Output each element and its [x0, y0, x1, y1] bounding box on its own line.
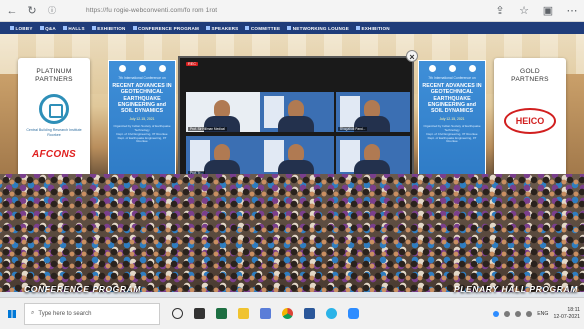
- video-tile[interactable]: Bhagabati Pand...: [336, 92, 410, 132]
- video-tile[interactable]: [336, 136, 410, 176]
- screen: ← ↻ ⓘ https://fu rogie-webconventi.com/f…: [0, 0, 584, 329]
- taskbar-search-box[interactable]: ⌕ Type here to search: [24, 302, 160, 325]
- nav-item-committee[interactable]: COMMITTEE: [245, 26, 280, 31]
- video-tile[interactable]: Prof. Sir Hillman Medical: [186, 92, 260, 132]
- gold-title: GOLD PARTNERS: [511, 68, 549, 83]
- favorites-icon[interactable]: ☆: [518, 5, 530, 17]
- store-icon[interactable]: [260, 308, 271, 319]
- audience-crowd: [0, 174, 584, 292]
- people-icon[interactable]: [493, 310, 500, 317]
- zoom-icon[interactable]: [348, 308, 359, 319]
- tab-actions-icon[interactable]: ▣: [542, 5, 554, 17]
- task-view-icon[interactable]: [172, 308, 183, 319]
- edge-icon[interactable]: [326, 308, 337, 319]
- browser-actions: ⇪ ☆ ▣ ⋯: [494, 5, 578, 17]
- banner-logos: [112, 65, 172, 73]
- start-button[interactable]: [0, 298, 24, 329]
- logo-icon: [448, 65, 456, 72]
- bottom-navigation-banners: CONFERENCE PROGRAM PLENARY HALL PROGRAM: [0, 284, 584, 296]
- address-bar[interactable]: https://fu rogie-webconventi.com/fo rom …: [86, 7, 217, 14]
- banner-dept-2: Dept. of Earthquake Engineering, IIT Roo…: [427, 135, 477, 144]
- reload-icon[interactable]: ↻: [26, 5, 38, 17]
- platinum-title: PLATINUM PARTNERS: [35, 68, 73, 83]
- nav-item-qa[interactable]: Q&A: [40, 26, 56, 31]
- cbri-logo-text: Central Building Research Institute Roor…: [26, 128, 82, 137]
- banner-date: July 12-15, 2021: [129, 117, 155, 122]
- banner-dept-2: Dept. of Earthquake Engineering, IIT Roo…: [117, 135, 167, 144]
- excel-icon[interactable]: [216, 308, 227, 319]
- recording-badge: REC: [186, 62, 199, 66]
- info-icon[interactable]: ⓘ: [46, 5, 58, 17]
- folder-icon[interactable]: [238, 308, 249, 319]
- nav-item-networking-lounge[interactable]: NETWORKING LOUNGE: [287, 26, 349, 31]
- logo-icon: [158, 65, 166, 72]
- clock-time: 18:11: [567, 306, 580, 313]
- participant-name: Bhagabati Pand...: [338, 127, 368, 131]
- video-tile[interactable]: [260, 136, 334, 176]
- language-indicator[interactable]: ENG: [537, 311, 548, 317]
- nav-item-conference-program[interactable]: CONFERENCE PROGRAM: [133, 26, 200, 31]
- network-icon[interactable]: [504, 310, 511, 317]
- nav-item-lobby[interactable]: LOBBY: [10, 26, 33, 31]
- participant-body: [278, 116, 314, 132]
- nav-item-speakers[interactable]: SPEAKERS: [206, 26, 239, 31]
- search-placeholder: Type here to search: [38, 310, 92, 317]
- logo-icon: [428, 65, 436, 72]
- banner-title: RECENT ADVANCES IN GEOTECHNICAL EARTHQUA…: [112, 83, 172, 115]
- taskbar-apps: [172, 308, 359, 319]
- volume-icon[interactable]: [526, 310, 533, 317]
- banner-logos: [422, 65, 482, 73]
- banner-subtitle: 7th International Conference on: [118, 76, 166, 80]
- nav-item-halls[interactable]: HALLS: [63, 26, 85, 31]
- close-icon[interactable]: ×: [406, 50, 418, 62]
- browser-toolbar: ← ↻ ⓘ https://fu rogie-webconventi.com/f…: [0, 0, 584, 22]
- clock[interactable]: 18:11 12-07-2021: [553, 307, 580, 321]
- menu-icon[interactable]: ⋯: [566, 5, 578, 17]
- banner-date: July 12-15, 2021: [439, 117, 465, 122]
- chrome-icon[interactable]: [282, 308, 293, 319]
- video-tile[interactable]: [260, 92, 334, 132]
- logo-icon: [118, 65, 126, 72]
- system-tray: ENG 18:11 12-07-2021: [493, 307, 584, 321]
- afcons-logo[interactable]: AFCONS: [18, 149, 90, 160]
- logo-icon: [468, 65, 476, 72]
- battery-icon[interactable]: [515, 310, 522, 317]
- share-icon[interactable]: ⇪: [494, 5, 506, 17]
- zoom-video-window[interactable]: REC × Prof. Sir Hillman Medical Bhagabat…: [178, 50, 418, 188]
- cbri-logo-icon[interactable]: [39, 94, 69, 124]
- back-arrow-icon[interactable]: ←: [6, 5, 18, 17]
- conference-program-link[interactable]: CONFERENCE PROGRAM: [24, 284, 141, 294]
- word-icon[interactable]: [304, 308, 315, 319]
- clock-date: 12-07-2021: [553, 313, 580, 320]
- nav-item-exhibition[interactable]: EXHIBITION: [92, 26, 126, 31]
- banner-title: RECENT ADVANCES IN GEOTECHNICAL EARTHQUA…: [422, 83, 482, 115]
- participant-name: Prof. Sir Hillman Medical: [188, 127, 227, 131]
- banner-subtitle: 7th International Conference on: [428, 76, 476, 80]
- logo-icon: [138, 65, 146, 72]
- nav-item-exhibition-2[interactable]: EXHIBITION: [356, 26, 390, 31]
- virtual-auditorium: PLATINUM PARTNERS Central Building Resea…: [0, 34, 584, 292]
- windows-logo-icon: [8, 309, 16, 318]
- video-tile[interactable]: Prof. Tr...: [186, 136, 260, 176]
- search-icon: ⌕: [31, 310, 35, 316]
- heico-logo[interactable]: HEICO: [504, 108, 556, 134]
- file-explorer-icon[interactable]: [194, 308, 205, 319]
- site-nav: LOBBY Q&A HALLS EXHIBITION CONFERENCE PR…: [0, 22, 584, 34]
- plenary-hall-program-link[interactable]: PLENARY HALL PROGRAM: [454, 284, 578, 294]
- windows-taskbar: ⌕ Type here to search ENG 18:11 12-07-20…: [0, 297, 584, 329]
